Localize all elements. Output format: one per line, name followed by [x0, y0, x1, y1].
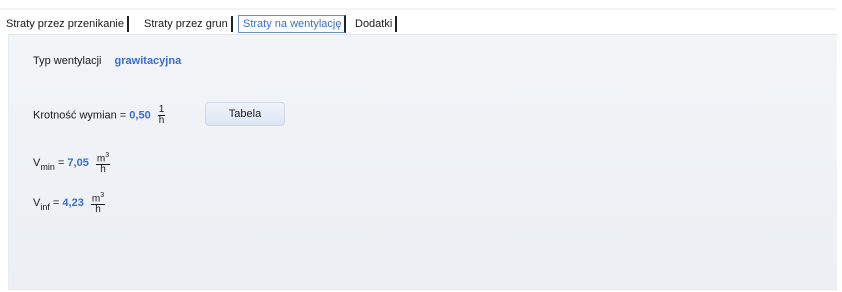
tab-dodatki[interactable]: Dodatki — [351, 16, 398, 32]
vmin-subscript: min — [40, 162, 55, 173]
vinf-unit: m3 h — [90, 191, 106, 216]
vinf-unit-numerator: m3 — [90, 192, 106, 206]
air-change-label: Krotność wymian = — [33, 109, 127, 122]
vinf-row: Vinf = 4,23 m3 h — [33, 191, 106, 216]
tab-straty-przez-przenikanie[interactable]: Straty przez przenikanie — [2, 16, 129, 32]
air-change-unit-denominator: h — [158, 115, 165, 126]
ventilation-type-row: Typ wentylacji grawitacyjna — [33, 55, 181, 67]
tab-straty-na-wentylacje[interactable]: Straty na wentylację — [238, 15, 347, 33]
tab-bar: Straty przez przenikanie Straty przez gr… — [0, 10, 836, 34]
vinf-unit-denominator: h — [95, 204, 101, 216]
air-change-row: Krotność wymian = 0,50 1 h — [33, 105, 166, 126]
air-change-value[interactable]: 0,50 — [129, 109, 150, 121]
vmin-unit-numerator: m3 — [95, 152, 111, 166]
ventilation-panel: Typ wentylacji grawitacyjna Krotność wym… — [8, 34, 837, 290]
ventilation-type-label: Typ wentylacji — [33, 55, 102, 67]
tab-straty-przez-grun[interactable]: Straty przez grun — [140, 16, 233, 32]
vmin-value: 7,05 — [67, 157, 89, 170]
vmin-row: Vmin = 7,05 m3 h — [33, 151, 111, 176]
vinf-value: 4,23 — [62, 197, 84, 210]
vinf-subscript: inf — [40, 202, 50, 213]
ventilation-window: Straty przez przenikanie Straty przez gr… — [0, 0, 842, 292]
ventilation-type-value[interactable]: grawitacyjna — [115, 55, 182, 67]
vmin-unit-denominator: h — [100, 164, 106, 176]
vmin-unit: m3 h — [95, 151, 111, 176]
vmin-equals: = — [57, 157, 65, 170]
air-change-unit: 1 h — [157, 105, 166, 126]
tabela-button[interactable]: Tabela — [205, 102, 285, 126]
vinf-equals: = — [52, 197, 60, 210]
